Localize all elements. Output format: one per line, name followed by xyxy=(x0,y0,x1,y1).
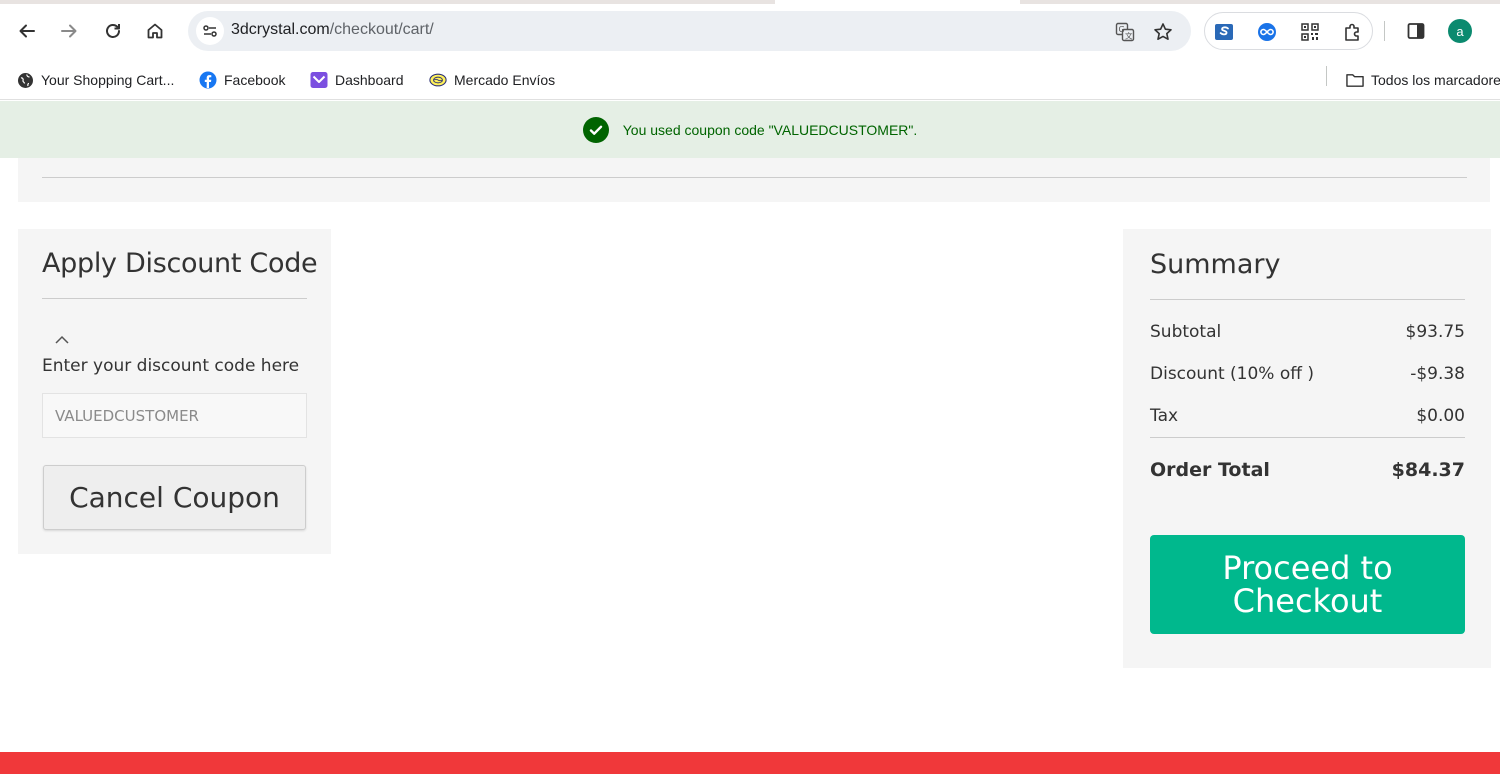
url-domain: 3dcrystal.com xyxy=(231,21,330,38)
order-summary-panel: Summary Subtotal $93.75 Discount (10% of… xyxy=(1123,229,1491,668)
success-notice: You used coupon code "VALUEDCUSTOMER". xyxy=(0,101,1500,158)
proceed-to-checkout-button[interactable]: Proceed to Checkout xyxy=(1150,535,1465,634)
bookmark-dashboard[interactable]: Dashboard xyxy=(310,68,404,92)
all-bookmarks-folder[interactable]: Todos los marcadores xyxy=(1346,68,1500,92)
site-info-icon[interactable] xyxy=(196,17,224,45)
globe-icon xyxy=(16,71,34,89)
discount-row: Discount (10% off ) -$9.38 xyxy=(1150,364,1465,384)
discount-code-input[interactable] xyxy=(42,393,307,438)
bookmark-label: Mercado Envíos xyxy=(454,72,556,88)
tab-strip xyxy=(0,0,1500,4)
success-check-icon xyxy=(582,116,609,143)
url-text[interactable]: 3dcrystal.com/checkout/cart/ xyxy=(231,21,434,39)
side-panel-icon[interactable] xyxy=(1401,16,1431,46)
discount-label: Enter your discount code here xyxy=(42,356,300,376)
s-extension-icon[interactable] xyxy=(1213,21,1235,43)
bookmark-shopping-cart[interactable]: Your Shopping Cart... xyxy=(16,68,174,92)
bookmark-star-icon[interactable] xyxy=(1152,21,1174,43)
collapse-caret-icon[interactable] xyxy=(54,331,70,344)
summary-title: Summary xyxy=(1150,249,1281,280)
notice-message: You used coupon code "VALUEDCUSTOMER". xyxy=(622,121,918,138)
mercado-icon xyxy=(429,71,447,89)
order-total-row: Order Total $84.37 xyxy=(1150,459,1465,481)
divider xyxy=(42,177,1467,178)
divider xyxy=(42,298,307,299)
toolbar-separator xyxy=(1384,21,1385,41)
tax-label: Tax xyxy=(1150,406,1179,426)
order-total-label: Order Total xyxy=(1150,459,1270,481)
subtotal-label: Subtotal xyxy=(1150,322,1222,342)
forward-icon[interactable] xyxy=(54,16,84,46)
folder-icon xyxy=(1346,71,1364,89)
subtotal-value: $93.75 xyxy=(1405,322,1465,342)
extensions-group xyxy=(1204,12,1373,50)
discount-amount-label: Discount (10% off ) xyxy=(1150,364,1315,384)
browser-toolbar: 3dcrystal.com/checkout/cart/ G文 a xyxy=(0,0,1500,64)
address-bar[interactable]: 3dcrystal.com/checkout/cart/ G文 xyxy=(188,11,1191,51)
discount-code-panel: Apply Discount Code Enter your discount … xyxy=(18,229,331,554)
bookmark-label: Todos los marcadores xyxy=(1371,72,1500,88)
bookmark-facebook[interactable]: Facebook xyxy=(199,68,285,92)
dashboard-icon xyxy=(310,71,328,89)
facebook-icon xyxy=(199,71,217,89)
tax-row: Tax $0.00 xyxy=(1150,406,1465,426)
bookmark-label: Dashboard xyxy=(335,72,404,88)
subtotal-row: Subtotal $93.75 xyxy=(1150,322,1465,342)
url-path: /checkout/cart/ xyxy=(329,21,434,38)
svg-text:G: G xyxy=(1119,25,1125,34)
back-icon[interactable] xyxy=(12,16,42,46)
home-icon[interactable] xyxy=(140,16,170,46)
bookmark-label: Your Shopping Cart... xyxy=(41,72,175,88)
translate-icon[interactable]: G文 xyxy=(1114,21,1136,43)
reload-icon[interactable] xyxy=(98,16,128,46)
active-tab[interactable] xyxy=(775,0,1020,4)
order-total-value: $84.37 xyxy=(1391,459,1465,481)
discount-title: Apply Discount Code xyxy=(42,248,318,279)
divider xyxy=(1150,299,1465,300)
cart-table-bottom xyxy=(18,158,1490,202)
svg-text:文: 文 xyxy=(1125,31,1133,41)
bookmark-label: Facebook xyxy=(224,72,286,88)
bookmarks-bar: Your Shopping Cart... Facebook Dashboard… xyxy=(0,64,1500,100)
qr-code-icon[interactable] xyxy=(1299,21,1321,43)
discount-amount-value: -$9.38 xyxy=(1410,364,1465,384)
bookmark-mercado-envios[interactable]: Mercado Envíos xyxy=(429,68,555,92)
puzzle-extensions-icon[interactable] xyxy=(1342,21,1364,43)
footer-bar xyxy=(0,752,1500,774)
tax-value: $0.00 xyxy=(1416,406,1465,426)
cancel-coupon-button[interactable]: Cancel Coupon xyxy=(43,465,306,530)
infinity-extension-icon[interactable] xyxy=(1256,21,1278,43)
bookmarks-separator xyxy=(1326,66,1327,86)
divider xyxy=(1150,437,1465,438)
profile-avatar[interactable]: a xyxy=(1448,19,1472,43)
